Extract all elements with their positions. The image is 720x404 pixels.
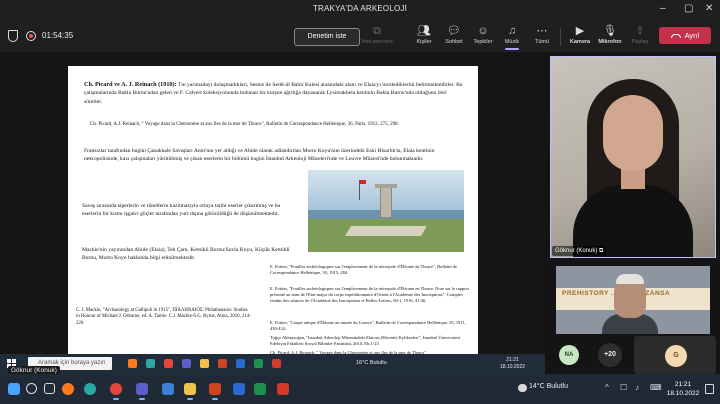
excel-icon: [254, 359, 263, 368]
search-icon[interactable]: [26, 383, 37, 394]
more-icon: ⋯: [536, 25, 548, 37]
edge-icon: [146, 359, 155, 368]
pin-icon: ⧉: [599, 248, 604, 254]
shield-icon: [8, 30, 18, 42]
edge-icon[interactable]: [84, 383, 96, 395]
slide-paragraph-3: Savaş sırasında siperlerin ve tünellerin…: [82, 203, 281, 218]
share-button[interactable]: ⇪ Paylaş: [623, 24, 657, 45]
slide-footnote-1: Ch. Picard, A.J. Reinach, " Voyage dans …: [90, 122, 399, 127]
word-icon: [236, 359, 245, 368]
shared-clock: 21:21 18.10.2022: [500, 357, 526, 370]
slide-reference-4: Tuğçe Akbaytoğan, "İstanbul Arkeoloji Mü…: [270, 335, 461, 346]
slide-reference-1: E. Pottier, "Fouilles archéologiques sur…: [270, 264, 457, 275]
acrobat-icon: [272, 359, 281, 368]
cloud-icon: [518, 384, 527, 392]
slide-paragraph-2: Fransızlar tarafından bugün Çanakkale Sa…: [84, 148, 435, 163]
request-control-button[interactable]: Denetim iste: [294, 28, 360, 46]
meeting-timer: 01:54:35: [42, 31, 74, 40]
presentation-slide: Ch. Picard ve A. J. Reinach (1910): Tın …: [68, 66, 478, 358]
file-explorer-icon: [200, 359, 209, 368]
shared-taskbar: Aramak için buraya yazın 16°C Bulutlu 21…: [0, 354, 545, 374]
meeting-toolbar: 01:54:35 Denetim iste ⧉ Yeni pencere 👥︎ …: [0, 20, 720, 52]
language-icon[interactable]: ⌨: [650, 383, 662, 392]
window-title: TRAKYA'DA ARKEOLOJİ: [312, 4, 408, 13]
slide-paragraph-4: Mackie'nin yayınından Abide (Elaia), Tek…: [82, 247, 290, 262]
people-button[interactable]: 👥︎ Kişiler: [407, 24, 441, 45]
acrobat-icon[interactable]: [277, 383, 289, 395]
new-window-icon: ⧉: [373, 25, 381, 37]
teams-icon: [182, 359, 191, 368]
leave-button[interactable]: Ayrıl: [659, 27, 711, 44]
participant-avatar-g[interactable]: G: [665, 345, 687, 367]
network-icon[interactable]: ☐: [620, 383, 627, 392]
participant-video-second[interactable]: PREHISTORY ... DEN BIZANSA: [556, 266, 710, 334]
recording-icon: [26, 31, 36, 41]
taskbar-clock[interactable]: 21:21 18.10.2022: [666, 380, 700, 398]
microphone-icon: 🎙︎: [603, 25, 617, 37]
microphone-button[interactable]: 🎙︎ Mikrofon: [593, 24, 627, 45]
tray-chevron-icon[interactable]: ^: [605, 383, 609, 392]
minimize-button[interactable]: –: [660, 3, 666, 15]
taskbar-weather[interactable]: 14°C Bulutlu: [529, 383, 568, 390]
slide-reference-2: E. Pottier, "Fouilles archéologiques sur…: [270, 286, 470, 303]
chrome-icon: [164, 359, 173, 368]
word-icon[interactable]: [233, 383, 245, 395]
notifications-icon[interactable]: [705, 384, 714, 394]
slide-paragraph-1: Ch. Picard ve A. J. Reinach (1910): Tın …: [84, 81, 463, 105]
phone-hangup-icon: [670, 34, 681, 39]
windows-start-icon[interactable]: [8, 383, 20, 395]
music-button[interactable]: ♫ Müzik: [495, 24, 529, 50]
camera-icon: ▶: [575, 25, 585, 37]
people-icon: 👥︎: [417, 25, 431, 37]
powerpoint-icon: [218, 359, 227, 368]
camera-button[interactable]: ▶ Kamera: [563, 24, 597, 45]
powerpoint-icon[interactable]: [209, 383, 221, 400]
windows-taskbar: 14°C Bulutlu ^ ☐ ♪ ⌨ 21:21 18.10.2022: [0, 374, 720, 404]
share-icon: ⇪: [635, 25, 645, 37]
firefox-icon: [128, 359, 137, 368]
task-view-icon[interactable]: [44, 383, 55, 394]
more-participants-button[interactable]: +20: [598, 343, 622, 367]
photos-icon[interactable]: [162, 383, 174, 395]
participant-avatar-na[interactable]: NA: [559, 345, 579, 365]
maximize-button[interactable]: ▢: [684, 3, 693, 15]
new-window-button[interactable]: ⧉ Yeni pencere: [360, 24, 394, 45]
music-icon: ♫: [507, 25, 517, 37]
participant-video-main[interactable]: [550, 56, 716, 258]
close-button[interactable]: ✕: [705, 3, 713, 15]
file-explorer-icon[interactable]: [184, 383, 196, 400]
volume-icon[interactable]: ♪: [635, 383, 639, 392]
shared-weather: 16°C Bulutlu: [356, 360, 387, 366]
teams-icon[interactable]: [136, 383, 148, 400]
more-button[interactable]: ⋯ Tümü: [525, 24, 559, 45]
firefox-icon[interactable]: [62, 383, 74, 395]
slide-reference-mackie: C. J. Mackie, "Archaeology at Gallipoli …: [76, 308, 251, 326]
participant-name-label: Göknur (Konuk) ⧉: [552, 246, 607, 256]
excel-icon[interactable]: [254, 383, 266, 395]
chrome-icon[interactable]: [110, 383, 122, 400]
toolbar-divider: [560, 28, 561, 46]
memorial-photo: [308, 170, 464, 252]
slide-reference-3: E. Pottier, "Coupe attique d'Éléonte au …: [270, 320, 466, 331]
title-bar: TRAKYA'DA ARKEOLOJİ – ▢ ✕: [0, 0, 720, 20]
